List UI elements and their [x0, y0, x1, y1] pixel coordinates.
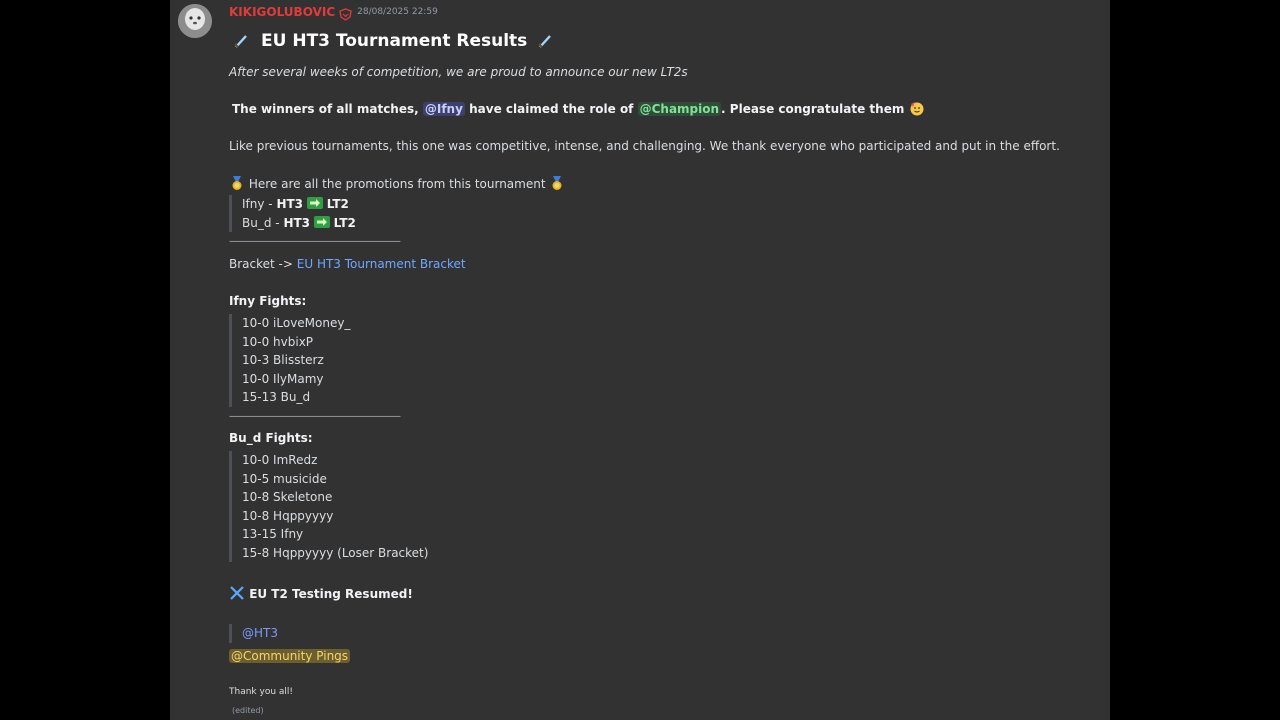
promotion-name: Bu_d -	[242, 215, 280, 230]
ht3-quote: @HT3	[229, 624, 278, 643]
sword-icon	[233, 33, 249, 49]
testing-heading-line: EU T2 Testing Resumed!	[229, 585, 413, 602]
fight-item: 10-5 musicide	[242, 471, 327, 486]
fight-item: 10-8 Skeletone	[242, 490, 333, 504]
fight-item: 10-0 iLoveMoney_	[242, 316, 351, 330]
bud-fights-quote: 10-0 ImRedz 10-5 musicide 10-8 Skeletone…	[229, 451, 428, 562]
message-header: KIKIGOLUBOVIC 28/08/2025 22:59	[229, 5, 438, 21]
fight-item: 15-8 Hqppyyyy (Loser Bracket)	[242, 545, 429, 560]
promotion-from: HT3	[276, 197, 304, 211]
winners-prefix: The winners of all matches,	[232, 102, 419, 116]
promotions-quote: Ifny - HT3 LT2 Bu_d - HT3 LT2	[229, 195, 356, 232]
fight-item: 15-13 Bu_d	[242, 390, 311, 404]
separator: ———————————————————	[229, 236, 401, 247]
username[interactable]: KIKIGOLUBOVIC	[229, 5, 335, 19]
user-avatar[interactable]	[178, 4, 212, 38]
fight-item: 10-3 Blissterz	[242, 353, 324, 367]
role-mention-champion[interactable]: @Champion	[637, 102, 722, 116]
role-mention-community-pings[interactable]: @Community Pings	[229, 649, 351, 663]
ifny-fights-heading: Ifny Fights:	[229, 294, 307, 308]
user-mention-ifny[interactable]: @Ifny	[422, 102, 465, 116]
role-mention-ht3[interactable]: @HT3	[242, 626, 278, 640]
separator: ———————————————————	[229, 411, 401, 422]
fight-item: 10-0 ImRedz	[242, 453, 318, 467]
promotion-from: HT3	[283, 215, 311, 230]
medal-icon	[549, 175, 565, 191]
fight-item: 10-0 IlyMamy	[242, 371, 324, 386]
winners-line: The winners of all matches, @Ifny have c…	[232, 100, 925, 117]
testing-heading: EU T2 Testing Resumed!	[249, 587, 413, 601]
closing-text: Thank you all!	[229, 687, 294, 697]
bracket-link[interactable]: EU HT3 Tournament Bracket	[297, 257, 466, 271]
fight-item: 10-0 hvbixP	[242, 334, 314, 349]
promotion-name: Ifny -	[242, 197, 273, 211]
medal-icon	[229, 175, 245, 191]
arrow-right-icon	[313, 214, 330, 230]
arrow-right-icon	[306, 195, 323, 211]
promotion-to: LT2	[333, 215, 356, 230]
edited-label: (edited)	[232, 706, 264, 715]
promotion-to: LT2	[326, 197, 349, 211]
fight-item: 13-15 Ifny	[242, 527, 304, 541]
fight-item: 10-8 Hqppyyyy	[242, 508, 334, 523]
bracket-label: Bracket ->	[229, 257, 293, 271]
party-face-icon	[909, 100, 925, 116]
promotions-heading: Here are all the promotions from this to…	[248, 177, 546, 191]
thanks-paragraph: Like previous tournaments, this one was …	[229, 139, 1060, 153]
title-text: EU HT3 Tournament Results	[261, 31, 528, 51]
intro-text: After several weeks of competition, we a…	[229, 65, 688, 79]
winners-middle: have claimed the role of	[469, 102, 634, 116]
promotions-heading-line: Here are all the promotions from this to…	[229, 175, 565, 192]
ifny-fights-quote: 10-0 iLoveMoney_ 10-0 hvbixP 10-3 Blisst…	[229, 314, 350, 407]
sword-icon	[537, 33, 553, 49]
message-title: EU HT3 Tournament Results	[229, 30, 553, 52]
crossed-swords-icon	[229, 585, 245, 601]
bracket-line: Bracket -> EU HT3 Tournament Bracket	[229, 256, 466, 272]
timestamp: 28/08/2025 22:59	[357, 7, 438, 17]
promotion-row: Ifny - HT3 LT2	[242, 195, 356, 214]
message-panel: KIKIGOLUBOVIC 28/08/2025 22:59 EU HT3 To…	[170, 0, 1110, 720]
winners-suffix: . Please congratulate them	[721, 102, 905, 116]
bud-fights-heading: Bu_d Fights:	[229, 431, 313, 445]
promotion-row: Bu_d - HT3 LT2	[242, 214, 356, 233]
role-badge-icon	[338, 6, 353, 21]
community-line: @Community Pings	[229, 648, 351, 664]
